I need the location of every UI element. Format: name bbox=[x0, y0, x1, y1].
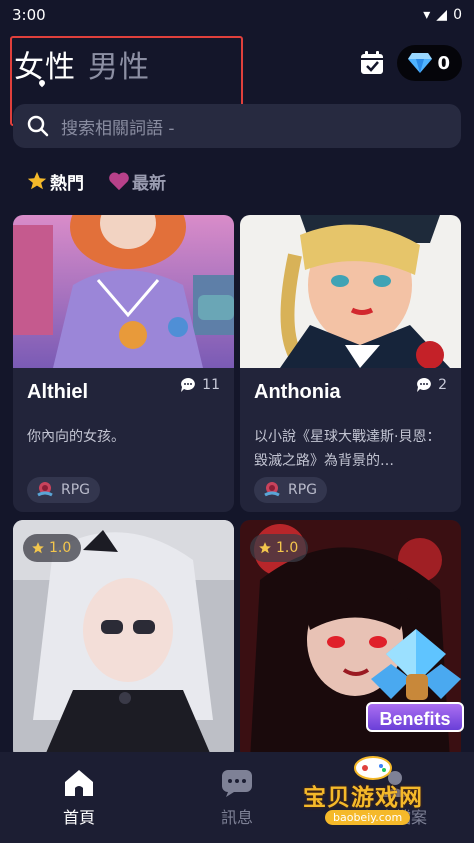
gem-balance-button[interactable]: 0 bbox=[397, 45, 462, 81]
rating-value: 1.0 bbox=[276, 540, 299, 556]
tab-female[interactable]: 女性 bbox=[14, 42, 76, 86]
wifi-icon: ▾ bbox=[423, 7, 431, 23]
rose-icon bbox=[37, 482, 53, 497]
comment-count-value: 11 bbox=[202, 377, 220, 393]
character-image bbox=[13, 215, 234, 368]
diamond-icon bbox=[408, 53, 432, 73]
star-icon bbox=[27, 171, 47, 190]
nav-home[interactable]: 首頁 bbox=[0, 752, 158, 843]
status-icons: ▾ ◢ 0 bbox=[423, 7, 462, 23]
battery-text: 0 bbox=[453, 7, 462, 23]
filter-tabs: 熱門 最新 bbox=[26, 168, 166, 194]
genre-tag[interactable]: RPG bbox=[27, 477, 101, 503]
filter-popular[interactable]: 熱門 bbox=[26, 169, 84, 194]
comment-count: 2 bbox=[416, 377, 447, 393]
comment-count: 11 bbox=[180, 377, 220, 393]
signal-icon: ◢ bbox=[436, 7, 448, 23]
search-bar[interactable]: 搜索相關詞語 - bbox=[13, 104, 461, 148]
character-name: Althiel bbox=[27, 381, 89, 403]
gem-count: 0 bbox=[437, 52, 450, 74]
filter-latest[interactable]: 最新 bbox=[108, 169, 166, 194]
genre-tag-label: RPG bbox=[288, 482, 318, 498]
chat-bubble-icon bbox=[181, 378, 196, 392]
search-placeholder: 搜索相關詞語 - bbox=[61, 118, 175, 139]
daily-checkin-button[interactable] bbox=[359, 50, 385, 76]
gem-pile-icon bbox=[371, 629, 461, 700]
benefits-promo-button[interactable]: Benefits bbox=[366, 624, 466, 734]
filter-popular-label: 熱門 bbox=[50, 173, 84, 194]
watermark-title: 宝贝游戏网 bbox=[303, 785, 423, 811]
filter-latest-label: 最新 bbox=[132, 173, 166, 194]
rating-value: 1.0 bbox=[49, 540, 72, 556]
nav-home-label: 首頁 bbox=[62, 807, 95, 827]
home-icon bbox=[65, 769, 93, 796]
status-time: 3:00 bbox=[12, 6, 46, 24]
star-icon bbox=[32, 542, 44, 554]
rating-badge: 1.0 bbox=[23, 534, 82, 562]
calendar-check-icon bbox=[361, 51, 383, 74]
character-image bbox=[240, 215, 461, 368]
genre-tag[interactable]: RPG bbox=[254, 477, 328, 503]
heart-icon bbox=[109, 172, 129, 191]
character-description: 你內向的女孩。 bbox=[27, 429, 125, 445]
benefits-label: Benefits bbox=[366, 702, 464, 732]
rating-badge: 1.0 bbox=[250, 534, 309, 562]
status-bar: 3:00 ▾ ◢ 0 bbox=[0, 0, 474, 30]
character-name: Anthonia bbox=[254, 381, 341, 403]
search-icon bbox=[27, 115, 49, 137]
watermark-url: baobeiy.com bbox=[325, 810, 411, 825]
gamepad-icon bbox=[354, 756, 392, 780]
tab-male[interactable]: 男性 bbox=[88, 42, 150, 86]
character-description: 以小說《星球大戰達斯·貝恩：毀滅之路》為背景的… bbox=[254, 429, 441, 469]
character-card[interactable]: Anthonia 2 以小說《星球大戰達斯·貝恩：毀滅之路》為背景的… RPG bbox=[240, 215, 461, 512]
watermark-logo: 宝贝游戏网 baobeiy.com bbox=[295, 756, 455, 830]
nav-messages-label: 訊息 bbox=[220, 807, 253, 827]
genre-tag-label: RPG bbox=[61, 482, 91, 498]
character-card[interactable]: 1.0 bbox=[13, 520, 234, 760]
chat-bubble-icon bbox=[417, 378, 431, 392]
nav-messages[interactable]: 訊息 bbox=[158, 752, 316, 843]
comment-count-value: 2 bbox=[438, 377, 447, 393]
rose-icon bbox=[264, 482, 280, 497]
chat-icon bbox=[222, 769, 252, 797]
star-icon bbox=[259, 542, 271, 554]
character-card[interactable]: Althiel 11 你內向的女孩。 RPG bbox=[13, 215, 234, 512]
